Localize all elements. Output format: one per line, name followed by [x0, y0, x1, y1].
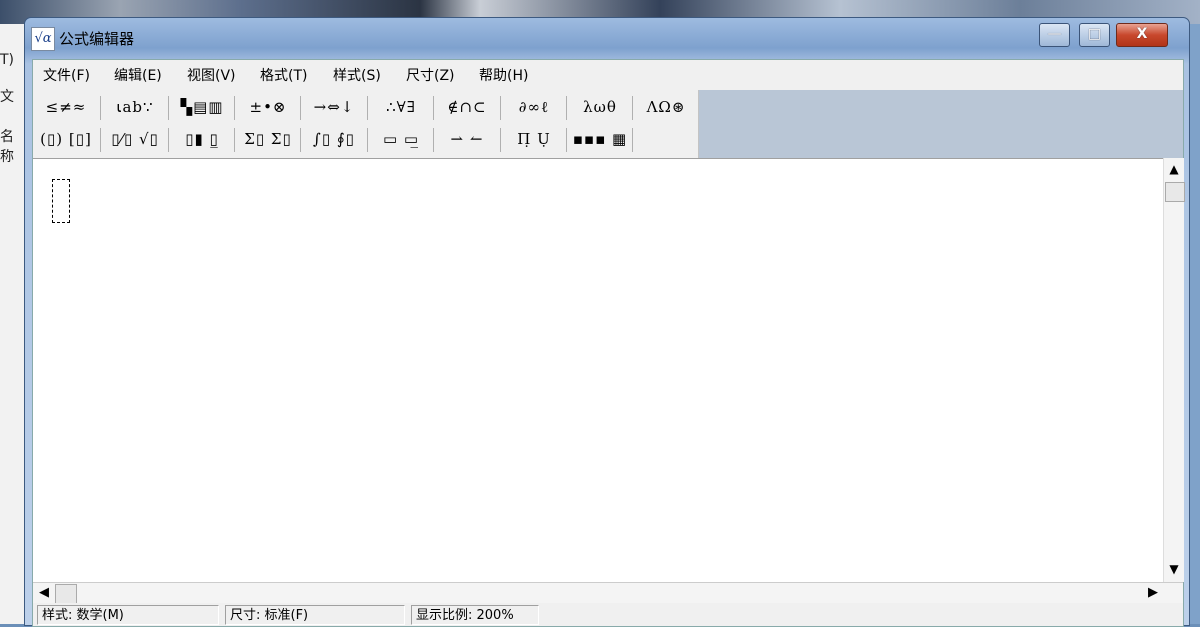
close-icon: X — [1136, 26, 1148, 42]
menu-size[interactable]: 尺寸(Z) — [406, 65, 455, 85]
toolbar-separator — [433, 96, 434, 120]
scroll-right-icon[interactable]: ▶ — [1143, 584, 1163, 602]
template-palette-row: (▯) [▯] ▯⁄▯ √▯ ▯▮ ▯̲ Σ▯ Σ▯ ∫▯ ∮▯ ▭ ▭̲ ⇀ … — [33, 124, 698, 156]
toolbar-separator — [632, 96, 633, 120]
toolbar-separator — [168, 96, 169, 120]
product-set-template-button[interactable]: Π̣ Ụ — [505, 124, 563, 154]
maximize-icon: □ — [1087, 26, 1102, 42]
status-zoom: 显示比例: 200% — [411, 605, 539, 625]
background-text-3: 名称 — [0, 129, 14, 165]
menu-help[interactable]: 帮助(H) — [479, 65, 528, 85]
equation-editor-window: √α 公式编辑器 — □ X 文件(F) 编辑(E) 视图(V) 格式(T) 样… — [24, 17, 1190, 627]
misc-symbols-palette-button[interactable]: ∂∞ℓ — [505, 92, 563, 122]
fraction-radical-template-button[interactable]: ▯⁄▯ √▯ — [105, 124, 165, 154]
set-theory-palette-button[interactable]: ∉∩⊂ — [438, 92, 496, 122]
minimize-icon: — — [1047, 26, 1062, 42]
greek-lowercase-palette-button[interactable]: λωθ — [571, 92, 629, 122]
logic-palette-button[interactable]: ∴∀∃ — [372, 92, 430, 122]
toolbar-separator — [100, 128, 101, 152]
scroll-left-icon[interactable]: ◀ — [34, 584, 54, 602]
toolbar-separator — [168, 128, 169, 152]
relations-palette-button[interactable]: ≤≠≈ — [37, 92, 95, 122]
integral-template-button[interactable]: ∫▯ ∮▯ — [305, 124, 363, 154]
labeled-arrow-template-button[interactable]: ⇀ ↼ — [438, 124, 496, 154]
arrows-palette-button[interactable]: →⇔↓ — [305, 92, 363, 122]
matrix-template-button[interactable]: ▪▪▪ ▦ — [571, 124, 629, 154]
toolbar-separator — [100, 96, 101, 120]
fences-template-button[interactable]: (▯) [▯] — [37, 124, 95, 154]
horizontal-scrollbar[interactable]: ◀ ▶ — [33, 582, 1183, 604]
background-text-2: 文 — [0, 89, 14, 105]
symbol-palette-row: ≤≠≈ ⍳ab∵ ▚▤▥ ±•⊗ →⇔↓ ∴∀∃ ∉∩⊂ ∂∞ℓ λωθ ΛΩ⊛ — [33, 92, 698, 124]
equation-editing-area[interactable] — [33, 158, 1163, 583]
client-area: 文件(F) 编辑(E) 视图(V) 格式(T) 样式(S) 尺寸(Z) 帮助(H… — [32, 59, 1185, 627]
status-bar: 样式: 数学(M) 尺寸: 标准(F) 显示比例: 200% — [33, 603, 1183, 626]
toolbar-separator — [300, 96, 301, 120]
empty-input-slot[interactable] — [52, 179, 70, 223]
spaces-ellipses-palette-button[interactable]: ⍳ab∵ — [105, 92, 165, 122]
background-window-fragment: T) 文 名称 — [0, 24, 25, 624]
scroll-up-icon[interactable]: ▲ — [1166, 160, 1182, 178]
status-size: 尺寸: 标准(F) — [225, 605, 405, 625]
menu-file[interactable]: 文件(F) — [43, 65, 90, 85]
toolbar-separator — [234, 128, 235, 152]
horizontal-scroll-thumb[interactable] — [55, 584, 77, 604]
toolbar-separator — [500, 96, 501, 120]
close-button[interactable]: X — [1116, 23, 1168, 47]
underbar-overbar-template-button[interactable]: ▭ ▭̲ — [372, 124, 430, 154]
vertical-scroll-thumb[interactable] — [1165, 182, 1185, 202]
menu-style[interactable]: 样式(S) — [333, 65, 381, 85]
embellishments-palette-button[interactable]: ▚▤▥ — [173, 92, 231, 122]
toolbar-separator — [566, 128, 567, 152]
menu-edit[interactable]: 编辑(E) — [114, 65, 162, 85]
maximize-button[interactable]: □ — [1079, 23, 1110, 47]
toolbar-separator — [566, 96, 567, 120]
title-bar[interactable]: √α 公式编辑器 — □ X — [25, 18, 1189, 56]
toolbar-empty-area — [699, 90, 1183, 158]
operators-palette-button[interactable]: ±•⊗ — [239, 92, 297, 122]
toolbar-separator — [433, 128, 434, 152]
toolbar-separator — [234, 96, 235, 120]
menu-bar: 文件(F) 编辑(E) 视图(V) 格式(T) 样式(S) 尺寸(Z) 帮助(H… — [33, 60, 1183, 88]
app-icon: √α — [31, 27, 55, 51]
subscript-superscript-template-button[interactable]: ▯▮ ▯̲ — [173, 124, 231, 154]
toolbar-separator — [500, 128, 501, 152]
vertical-scrollbar[interactable]: ▲ ▼ — [1163, 158, 1185, 582]
status-style: 样式: 数学(M) — [37, 605, 219, 625]
window-title: 公式编辑器 — [59, 30, 135, 48]
toolbar-separator — [300, 128, 301, 152]
math-toolbar: ≤≠≈ ⍳ab∵ ▚▤▥ ±•⊗ →⇔↓ ∴∀∃ ∉∩⊂ ∂∞ℓ λωθ ΛΩ⊛ — [33, 90, 699, 158]
scroll-down-icon[interactable]: ▼ — [1166, 560, 1182, 578]
menu-view[interactable]: 视图(V) — [187, 65, 236, 85]
toolbar-separator — [632, 128, 633, 152]
summation-template-button[interactable]: Σ▯ Σ▯ — [239, 124, 297, 154]
menu-format[interactable]: 格式(T) — [260, 65, 307, 85]
toolbar-separator — [367, 96, 368, 120]
toolbar-separator — [367, 128, 368, 152]
minimize-button[interactable]: — — [1039, 23, 1070, 47]
background-text-1: T) — [0, 52, 15, 68]
greek-uppercase-palette-button[interactable]: ΛΩ⊛ — [637, 92, 695, 122]
